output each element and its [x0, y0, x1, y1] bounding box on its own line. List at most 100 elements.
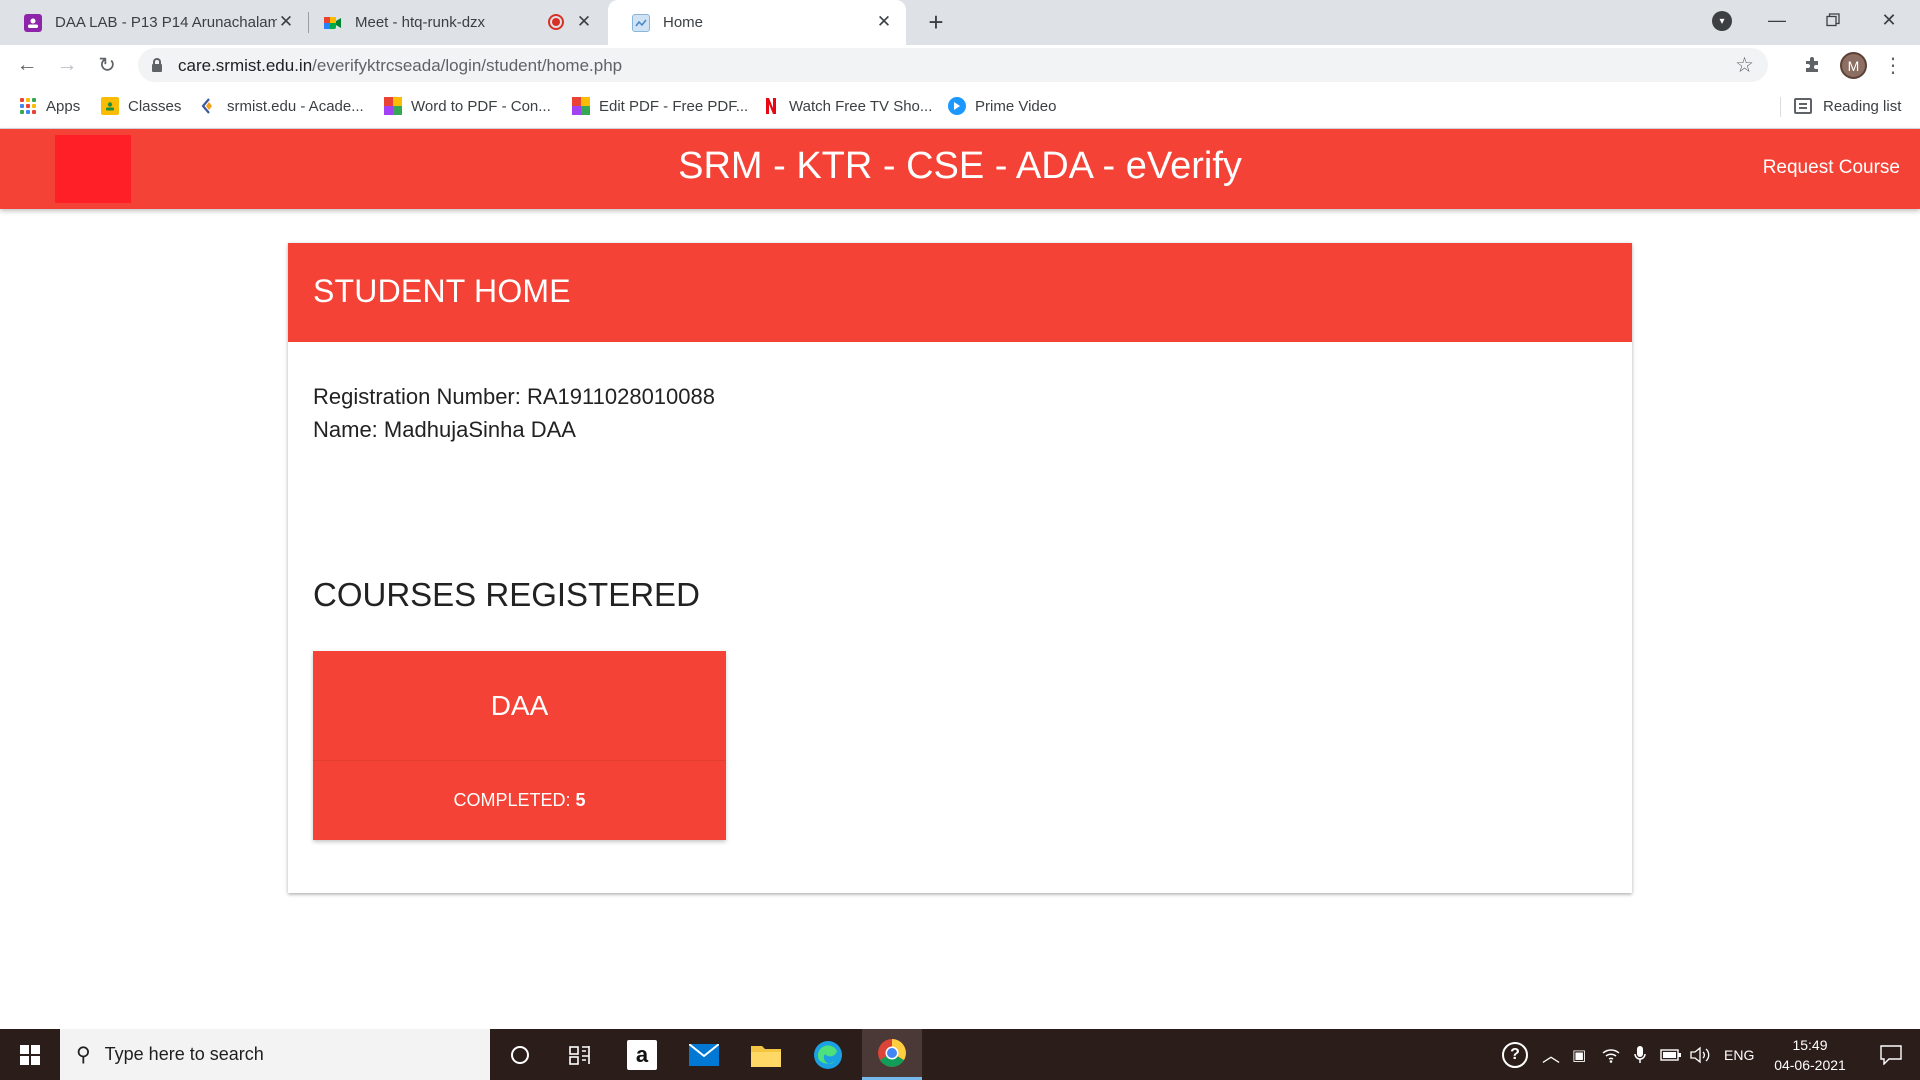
- tab-daa-lab[interactable]: DAA LAB - P13 P14 Arunachalam ✕: [0, 0, 308, 45]
- url-host: care.srmist.edu.in: [178, 56, 313, 75]
- lock-icon[interactable]: [152, 58, 162, 72]
- apps-grid-icon: [19, 97, 37, 115]
- pdf-tool-icon: [572, 97, 590, 115]
- meet-icon: [324, 14, 342, 32]
- url-text[interactable]: care.srmist.edu.in/everifyktrcseada/logi…: [178, 56, 622, 76]
- cortana-icon[interactable]: [490, 1029, 550, 1080]
- minimize-button[interactable]: —: [1754, 5, 1800, 35]
- wifi-icon[interactable]: [1602, 1029, 1620, 1080]
- bookmark-label: Apps: [46, 97, 81, 115]
- bookmark-label: Edit PDF - Free PDF...: [599, 97, 749, 115]
- recording-icon: [548, 14, 564, 30]
- page-title: STUDENT HOME: [313, 273, 571, 309]
- web-page: SRM - KTR - CSE - ADA - eVerify Request …: [0, 129, 1920, 1029]
- bookmark-label: Classes: [128, 97, 182, 115]
- microphone-icon[interactable]: [1634, 1029, 1646, 1080]
- student-info: Registration Number: RA1911028010088 Nam…: [313, 380, 715, 446]
- address-bar[interactable]: care.srmist.edu.in/everifyktrcseada/logi…: [138, 48, 1768, 82]
- page-icon: [632, 13, 650, 32]
- bookmark-prime-video[interactable]: Prime Video: [948, 95, 1056, 117]
- bookmark-netflix[interactable]: Watch Free TV Sho...: [762, 95, 932, 117]
- courses-heading: COURSES REGISTERED: [313, 576, 700, 613]
- bookmark-label: Prime Video: [975, 97, 1057, 115]
- registration-label: Registration Number:: [313, 384, 521, 409]
- task-view-icon[interactable]: [550, 1029, 610, 1080]
- tab-title: DAA LAB - P13 P14 Arunachalam: [55, 14, 277, 31]
- reload-button[interactable]: ↻: [91, 49, 123, 81]
- bookmark-label: Watch Free TV Sho...: [789, 97, 933, 115]
- registration-number: RA1911028010088: [527, 384, 715, 409]
- forward-button[interactable]: →: [51, 49, 83, 81]
- windows-logo-icon: [20, 1044, 40, 1065]
- bookmark-label: Word to PDF - Con...: [411, 97, 551, 115]
- taskbar-clock[interactable]: 15:49 04-06-2021: [1760, 1035, 1860, 1075]
- course-tile-daa[interactable]: DAA COMPLETED: 5: [313, 651, 726, 840]
- bookmark-word-to-pdf[interactable]: Word to PDF - Con...: [384, 95, 551, 117]
- language-indicator[interactable]: ENG: [1724, 1029, 1754, 1080]
- browser-tab-strip: DAA LAB - P13 P14 Arunachalam ✕ Meet - h…: [0, 0, 1920, 45]
- classroom-icon: [24, 13, 42, 32]
- tab-search-icon[interactable]: ▾: [1712, 11, 1732, 31]
- bookmarks-divider: [1780, 97, 1781, 117]
- app-title: SRM - KTR - CSE - ADA - eVerify: [678, 145, 1242, 187]
- bookmark-edit-pdf[interactable]: Edit PDF - Free PDF...: [572, 95, 748, 117]
- reading-list-button[interactable]: Reading list: [1794, 95, 1901, 117]
- card-header: STUDENT HOME: [288, 243, 1632, 342]
- close-tab-icon[interactable]: ✕: [276, 12, 296, 32]
- tab-meet[interactable]: Meet - htq-runk-dzx ✕: [300, 0, 606, 45]
- reading-list-icon: [1794, 98, 1812, 114]
- bookmark-label: srmist.edu - Acade...: [227, 97, 364, 115]
- back-button[interactable]: ←: [11, 49, 43, 81]
- bookmark-srmist[interactable]: srmist.edu - Acade...: [200, 95, 364, 117]
- close-window-button[interactable]: ✕: [1866, 5, 1912, 35]
- action-center-icon[interactable]: [1862, 1029, 1920, 1080]
- volume-icon[interactable]: [1690, 1029, 1712, 1080]
- chrome-menu-icon[interactable]: ⋮: [1883, 53, 1903, 77]
- course-status: COMPLETED: 5: [313, 761, 726, 840]
- clock-date: 04-06-2021: [1774, 1057, 1846, 1073]
- pdf-tool-icon: [384, 97, 402, 115]
- classroom-icon: [101, 97, 119, 115]
- course-status-count: 5: [575, 790, 586, 810]
- close-tab-icon[interactable]: ✕: [874, 12, 894, 32]
- netflix-icon: [762, 97, 780, 115]
- taskbar-search-placeholder: Type here to search: [104, 1044, 264, 1064]
- bookmarks-bar: Apps Classes srmist.edu - Acade... Word …: [0, 85, 1920, 129]
- student-home-card: STUDENT HOME Registration Number: RA1911…: [288, 243, 1632, 893]
- extensions-puzzle-icon[interactable]: [1800, 53, 1824, 77]
- student-name: MadhujaSinha DAA: [383, 417, 576, 442]
- name-label: Name:: [313, 417, 378, 442]
- tab-title: Home: [663, 14, 704, 31]
- profile-avatar[interactable]: M: [1840, 52, 1867, 79]
- srm-icon: [200, 97, 218, 115]
- edge-icon[interactable]: [798, 1029, 858, 1080]
- prime-video-icon: [948, 97, 966, 115]
- tab-title: Meet - htq-runk-dzx: [355, 14, 486, 31]
- tab-home[interactable]: Home ✕: [608, 0, 906, 45]
- reading-list-label: Reading list: [1823, 97, 1902, 115]
- request-course-link[interactable]: Request Course: [1763, 157, 1900, 179]
- chrome-taskbar-icon[interactable]: [862, 1029, 922, 1080]
- course-status-label: COMPLETED:: [453, 790, 571, 810]
- file-explorer-icon[interactable]: [736, 1029, 796, 1080]
- restore-button[interactable]: [1810, 5, 1856, 35]
- bookmark-star-icon[interactable]: ☆: [1735, 53, 1754, 78]
- new-tab-button[interactable]: +: [922, 7, 950, 37]
- close-tab-icon[interactable]: ✕: [574, 12, 594, 32]
- battery-icon[interactable]: [1660, 1029, 1682, 1080]
- bookmark-classes[interactable]: Classes: [101, 95, 181, 117]
- start-button[interactable]: [0, 1029, 60, 1080]
- help-icon[interactable]: ?: [1502, 1029, 1534, 1080]
- name-row: Name: MadhujaSinha DAA: [313, 413, 715, 446]
- show-hidden-icons-chevron[interactable]: ︿: [1542, 1029, 1560, 1080]
- taskbar-search-box[interactable]: ⚲ Type here to search: [60, 1029, 490, 1080]
- meet-now-icon[interactable]: ▣: [1572, 1029, 1586, 1080]
- amazon-icon[interactable]: a: [612, 1029, 672, 1080]
- windows-taskbar: ⚲ Type here to search a ? ︿ ▣ ENG 15:49 …: [0, 1029, 1920, 1080]
- browser-toolbar: ← → ↻ care.srmist.edu.in/everifyktrcsead…: [0, 45, 1920, 85]
- url-path: /everifyktrcseada/login/student/home.php: [312, 56, 623, 75]
- app-navbar: SRM - KTR - CSE - ADA - eVerify Request …: [0, 129, 1920, 209]
- mail-icon[interactable]: [674, 1029, 734, 1080]
- bookmark-apps[interactable]: Apps: [19, 95, 80, 117]
- course-name: DAA: [313, 651, 726, 761]
